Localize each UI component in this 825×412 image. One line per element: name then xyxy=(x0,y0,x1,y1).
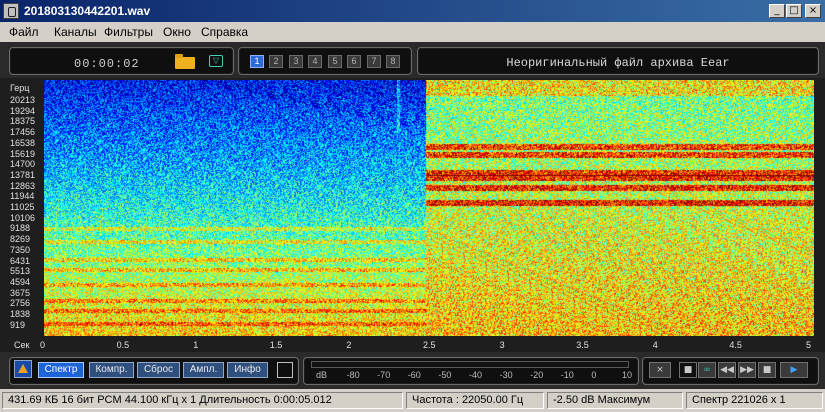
message-panel: Неоригинальный файл архива Eear xyxy=(417,47,819,75)
spectrogram-canvas[interactable] xyxy=(44,80,814,336)
loop-icon[interactable]: ∞ xyxy=(698,362,716,378)
y-tick-label: 10106 xyxy=(10,212,36,223)
y-tick-label: 4594 xyxy=(10,276,31,287)
menu-filters[interactable]: Фильтры xyxy=(104,25,153,39)
amplitude-button[interactable]: Ампл. xyxy=(183,362,224,378)
folder-icon[interactable] xyxy=(175,54,195,69)
play-icon[interactable]: ▶ xyxy=(780,362,808,378)
y-tick-label: 9188 xyxy=(10,223,31,234)
level-status: -2.50 dB Максимум xyxy=(547,392,683,409)
y-tick-label: 2756 xyxy=(10,298,31,309)
cancel-icon[interactable]: × xyxy=(649,362,671,378)
file-info-status: 431.69 КБ 16 бит PCM 44.100 кГц x 1 Длит… xyxy=(2,392,403,409)
close-button[interactable]: × xyxy=(805,4,821,18)
y-tick-label: 11944 xyxy=(10,191,35,202)
stop-icon[interactable]: ■ xyxy=(758,362,776,378)
db-scale-label: -10 xyxy=(560,370,574,380)
channel-7-button[interactable]: 7 xyxy=(367,55,381,68)
x-tick-label: 2 xyxy=(346,340,352,350)
window-title: 201803130442201.wav xyxy=(24,4,151,18)
channel-6-button[interactable]: 6 xyxy=(347,55,361,68)
y-tick-label: 6431 xyxy=(10,255,31,266)
info-button[interactable]: Инфо xyxy=(227,362,268,378)
menu-window[interactable]: Окно xyxy=(163,25,191,39)
y-tick-label: 13781 xyxy=(10,169,36,180)
spectrum-status: Спектр 221026 x 1 xyxy=(686,392,823,409)
db-scale-label: -60 xyxy=(407,370,421,380)
x-tick-label: 3 xyxy=(499,340,505,350)
status-message: Неоригинальный файл архива Eear xyxy=(506,56,730,70)
db-scale-label: -40 xyxy=(469,370,483,380)
y-tick-label: 17456 xyxy=(10,127,36,138)
db-scale-label: -80 xyxy=(346,370,360,380)
menu-help[interactable]: Справка xyxy=(201,25,248,39)
db-scale-label: dB xyxy=(316,370,328,380)
compress-button[interactable]: Компр. xyxy=(89,362,134,378)
y-tick-label: 8269 xyxy=(10,234,31,245)
db-scale-label: 0 xyxy=(591,370,597,380)
time-display: 00:00:02 xyxy=(74,57,140,71)
fast-forward-icon[interactable]: ▶▶ xyxy=(738,362,756,378)
y-tick-label: 7350 xyxy=(10,244,31,255)
x-unit-label: Сек xyxy=(14,340,30,350)
db-scale-label: -30 xyxy=(499,370,513,380)
y-tick-label: 3675 xyxy=(10,287,31,298)
reset-button[interactable]: Сброс xyxy=(137,362,180,378)
y-tick-label: 14700 xyxy=(10,159,36,170)
y-tick-label: 5513 xyxy=(10,266,31,277)
level-meter xyxy=(311,361,629,368)
y-tick-label: 15619 xyxy=(10,148,36,159)
channel-5-button[interactable]: 5 xyxy=(328,55,342,68)
x-tick-label: 1 xyxy=(193,340,199,350)
dropdown-icon[interactable]: ▽ xyxy=(209,55,223,67)
channel-8-button[interactable]: 8 xyxy=(386,55,400,68)
app-icon[interactable] xyxy=(3,3,19,19)
y-tick-label: 16538 xyxy=(10,137,36,148)
top-toolbar: 00:00:02 ▽ Неоригинальный файл архива Ee… xyxy=(0,42,825,78)
marker-icon[interactable] xyxy=(14,360,32,378)
y-tick-label: 919 xyxy=(10,319,26,330)
x-tick-label: 3.5 xyxy=(576,340,589,350)
title-bar: 201803130442201.wav _ □ × xyxy=(0,0,825,22)
db-scale-label: 10 xyxy=(622,370,633,380)
channel-4-button[interactable]: 4 xyxy=(308,55,322,68)
channel-1-button[interactable]: 1 xyxy=(250,55,264,68)
y-tick-label: 12863 xyxy=(10,180,36,191)
y-tick-label: 20213 xyxy=(10,95,36,105)
y-tick-label: 18375 xyxy=(10,116,36,127)
y-tick-label: 19294 xyxy=(10,105,36,116)
db-scale-label: -20 xyxy=(530,370,544,380)
channel-2-button[interactable]: 2 xyxy=(269,55,283,68)
frequency-status: Частота : 22050.00 Гц xyxy=(406,392,544,409)
menu-bar: Файл Каналы Фильтры Окно Справка xyxy=(0,22,825,42)
channel-3-button[interactable]: 3 xyxy=(289,55,303,68)
x-tick-label: 1.5 xyxy=(269,340,283,350)
x-tick-label: 2.5 xyxy=(423,340,436,350)
y-unit-label: Герц xyxy=(10,83,30,93)
x-tick-label: 5 xyxy=(806,340,812,350)
record-stop-icon[interactable]: ■ xyxy=(679,362,697,378)
x-tick-label: 0 xyxy=(40,340,46,350)
db-scale-label: -70 xyxy=(377,370,391,380)
y-tick-label: 11025 xyxy=(10,202,35,212)
menu-channels[interactable]: Каналы xyxy=(54,25,97,39)
minimize-button[interactable]: _ xyxy=(769,4,785,18)
rewind-icon[interactable]: ◀◀ xyxy=(718,362,736,378)
x-tick-label: 4 xyxy=(652,340,658,350)
menu-file[interactable]: Файл xyxy=(9,25,39,39)
maximize-button[interactable]: □ xyxy=(786,4,802,18)
time-panel: 00:00:02 ▽ xyxy=(9,47,234,75)
y-tick-label: 1838 xyxy=(10,309,31,319)
checkbox-toggle[interactable] xyxy=(277,362,293,378)
db-scale-label: -50 xyxy=(438,370,452,380)
x-tick-label: 0.5 xyxy=(116,340,130,350)
spectrum-button[interactable]: Спектр xyxy=(38,362,84,378)
x-tick-label: 4.5 xyxy=(729,340,742,350)
